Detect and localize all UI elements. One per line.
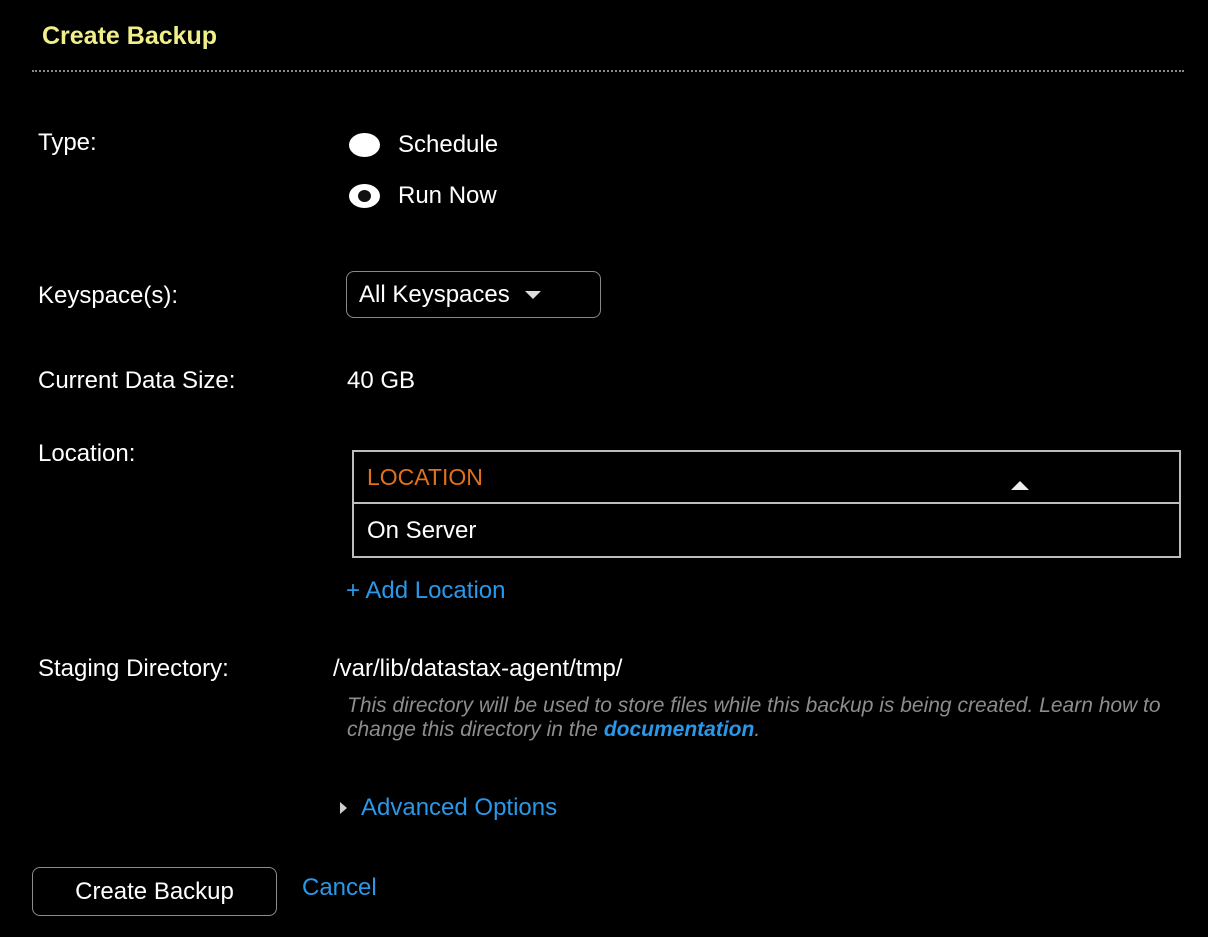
triangle-right-icon[interactable] xyxy=(340,802,347,814)
location-label: Location: xyxy=(38,440,136,467)
radio-run-now[interactable]: Run Now xyxy=(349,182,497,210)
dialog-title: Create Backup xyxy=(42,22,218,50)
cancel-link[interactable]: Cancel xyxy=(302,874,377,902)
location-table-header[interactable]: LOCATION xyxy=(354,452,1179,504)
staging-path: /var/lib/datastax-agent/tmp/ xyxy=(333,655,623,682)
type-label: Type: xyxy=(38,129,97,156)
data-size-label: Current Data Size: xyxy=(38,367,236,394)
location-table: LOCATION On Server xyxy=(352,450,1181,558)
radio-run-now-label[interactable]: Run Now xyxy=(398,182,497,210)
documentation-link[interactable]: documentation xyxy=(604,718,755,741)
radio-schedule-circle[interactable] xyxy=(349,133,380,157)
keyspaces-label: Keyspace(s): xyxy=(38,282,179,309)
chevron-down-icon[interactable] xyxy=(524,290,541,299)
location-row-value: On Server xyxy=(367,517,477,544)
data-size-value: 40 GB xyxy=(347,367,416,394)
radio-run-now-circle[interactable] xyxy=(349,184,380,208)
staging-label: Staging Directory: xyxy=(38,655,229,682)
create-backup-button[interactable]: Create Backup xyxy=(32,867,277,916)
advanced-options-toggle[interactable]: Advanced Options xyxy=(340,794,557,822)
add-location-link[interactable]: + Add Location xyxy=(346,577,505,605)
staging-help-after: . xyxy=(754,718,761,741)
location-column-header[interactable]: LOCATION xyxy=(367,464,483,491)
sort-asc-icon[interactable] xyxy=(1011,481,1029,490)
staging-help-text: This directory will be used to store fil… xyxy=(347,694,1167,742)
radio-schedule-label[interactable]: Schedule xyxy=(398,131,498,159)
title-divider xyxy=(32,70,1184,72)
keyspaces-selected-value[interactable]: All Keyspaces xyxy=(359,281,510,309)
radio-schedule[interactable]: Schedule xyxy=(349,131,498,159)
advanced-options-label[interactable]: Advanced Options xyxy=(361,794,557,822)
keyspaces-dropdown[interactable]: All Keyspaces xyxy=(346,271,601,318)
table-row[interactable]: On Server xyxy=(354,504,1179,558)
